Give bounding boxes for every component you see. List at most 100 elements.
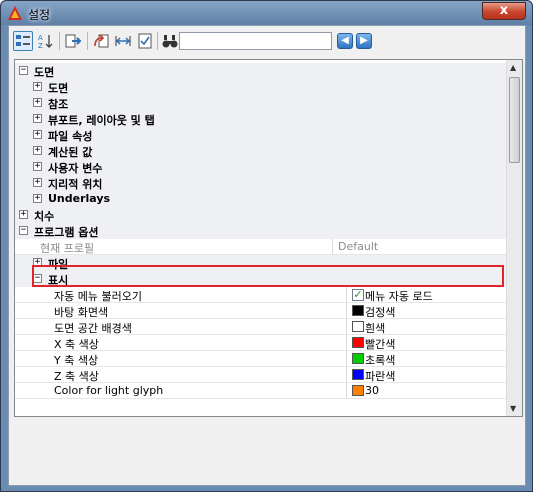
property-name: X 축 색상 xyxy=(54,338,99,351)
property-value: 검정색 xyxy=(365,306,396,319)
settings-panel: A Z ◀ ▶ − 도면 + 도면 + 참조 + 뷰포트, 레이아웃 및 탭 +… xyxy=(8,25,526,486)
find-next-button[interactable]: ▶ xyxy=(356,33,372,49)
property-value: Default xyxy=(338,240,379,253)
property-value-cell[interactable]: 초록색 xyxy=(346,351,506,367)
scroll-up-arrow-icon[interactable]: ▲ xyxy=(510,63,516,72)
property-value-cell[interactable]: 흰색 xyxy=(346,319,506,335)
scroll-down-arrow-icon[interactable]: ▼ xyxy=(510,404,516,413)
subcategory-label: 파일 속성 xyxy=(48,130,93,143)
property-row-auto-menu-load[interactable]: 자동 메뉴 불러오기 ✓ 메뉴 자동 로드 xyxy=(15,287,506,303)
sort-az-icon: A Z xyxy=(38,34,53,50)
category-label: 치수 xyxy=(34,210,55,223)
color-swatch xyxy=(352,353,364,364)
subcategory-user-variables[interactable]: + 사용자 변수 xyxy=(15,159,506,175)
property-value-cell[interactable]: 30 xyxy=(346,383,506,398)
property-value: 초록색 xyxy=(365,354,396,367)
expand-icon[interactable]: + xyxy=(33,98,42,107)
subcategory-label: 계산된 값 xyxy=(48,146,93,159)
collapse-icon[interactable]: − xyxy=(33,274,42,283)
property-name: Color for light glyph xyxy=(54,384,164,397)
description-pane xyxy=(14,422,523,482)
title-bar[interactable]: 설정 x xyxy=(1,1,532,25)
category-drawing[interactable]: − 도면 xyxy=(15,63,506,79)
collapse-icon[interactable]: − xyxy=(19,226,28,235)
svg-text:Z: Z xyxy=(38,42,43,50)
property-row-paperspace-color[interactable]: 도면 공간 배경색 흰색 xyxy=(15,319,506,335)
property-value-cell[interactable]: 파란색 xyxy=(346,367,506,383)
vertical-scrollbar[interactable]: ▲ ▼ xyxy=(506,60,522,416)
subcategory-underlays[interactable]: + Underlays xyxy=(15,191,506,207)
app-logo-icon xyxy=(8,6,22,20)
property-row-y-axis-color[interactable]: Y 축 색상 초록색 xyxy=(15,351,506,367)
expand-icon[interactable]: + xyxy=(33,194,42,203)
subcategory-file-properties[interactable]: + 파일 속성 xyxy=(15,127,506,143)
property-name: Z 축 색상 xyxy=(54,370,99,383)
property-value-cell: Default xyxy=(332,239,506,254)
show-checked-button[interactable] xyxy=(135,31,155,51)
subcategory-geolocation[interactable]: + 지리적 위치 xyxy=(15,175,506,191)
category-program-options[interactable]: − 프로그램 옵션 xyxy=(15,223,506,239)
export-button[interactable] xyxy=(63,31,83,51)
category-dimensions[interactable]: + 치수 xyxy=(15,207,506,223)
menu-autoload-checkbox[interactable]: ✓ xyxy=(352,289,364,301)
expand-icon[interactable]: + xyxy=(33,178,42,187)
category-label: 도면 xyxy=(34,66,55,79)
subcategory-references[interactable]: + 참조 xyxy=(15,95,506,111)
subcategory-label: 표시 xyxy=(48,274,69,287)
subcategory-drawing[interactable]: + 도면 xyxy=(15,79,506,95)
expand-icon[interactable]: + xyxy=(33,162,42,171)
expand-icon[interactable]: + xyxy=(33,82,42,91)
subcategory-label: 지리적 위치 xyxy=(48,178,103,191)
sort-alphabetical-button[interactable]: A Z xyxy=(35,31,55,51)
property-grid: − 도면 + 도면 + 참조 + 뷰포트, 레이아웃 및 탭 + 파일 속성 +… xyxy=(14,59,523,417)
close-button[interactable]: x xyxy=(482,2,526,20)
property-row-x-axis-color[interactable]: X 축 색상 빨간색 xyxy=(15,335,506,351)
subcategory-label: 참조 xyxy=(48,98,69,111)
tree-view-icon xyxy=(16,35,30,46)
color-swatch xyxy=(352,369,364,380)
find-button[interactable] xyxy=(160,31,180,51)
categorized-view-button[interactable] xyxy=(13,31,33,51)
search-input[interactable] xyxy=(179,32,332,50)
toolbar-separator xyxy=(157,32,158,50)
subcategory-computed-values[interactable]: + 계산된 값 xyxy=(15,143,506,159)
property-row-light-glyph-color[interactable]: Color for light glyph 30 xyxy=(15,383,506,399)
property-value: 빨간색 xyxy=(365,338,396,351)
column-width-button[interactable] xyxy=(113,31,133,51)
settings-window: 설정 x A Z ◀ ▶ − 도면 + 도면 + 참조 + 뷰포트, 레이아웃 … xyxy=(0,0,533,492)
subcategory-label: 도면 xyxy=(48,82,69,95)
subcategory-viewports[interactable]: + 뷰포트, 레이아웃 및 탭 xyxy=(15,111,506,127)
find-previous-button[interactable]: ◀ xyxy=(337,33,353,49)
subcategory-label: 뷰포트, 레이아웃 및 탭 xyxy=(48,114,155,127)
property-name: Y 축 색상 xyxy=(54,354,99,367)
import-button[interactable] xyxy=(91,31,111,51)
expand-icon[interactable]: + xyxy=(33,114,42,123)
property-value: 메뉴 자동 로드 xyxy=(365,290,433,303)
property-value: 파란색 xyxy=(365,370,396,383)
window-title: 설정 xyxy=(28,8,51,22)
expand-icon[interactable]: + xyxy=(33,258,42,267)
export-icon xyxy=(65,34,82,48)
color-swatch xyxy=(352,385,364,396)
property-rows: − 도면 + 도면 + 참조 + 뷰포트, 레이아웃 및 탭 + 파일 속성 +… xyxy=(15,60,506,416)
toolbar-separator xyxy=(59,32,60,50)
expand-icon[interactable]: + xyxy=(33,130,42,139)
property-value-cell[interactable]: 검정색 xyxy=(346,303,506,319)
property-name: 자동 메뉴 불러오기 xyxy=(54,290,142,303)
import-icon xyxy=(94,34,109,48)
property-value-cell: ✓ 메뉴 자동 로드 xyxy=(346,287,506,303)
expand-icon[interactable]: + xyxy=(19,210,28,219)
resize-columns-icon xyxy=(115,36,131,46)
scroll-thumb[interactable] xyxy=(509,77,520,163)
property-value-cell[interactable]: 빨간색 xyxy=(346,335,506,351)
subcategory-file[interactable]: + 파일 xyxy=(15,255,506,271)
property-name: 도면 공간 배경색 xyxy=(54,322,132,335)
expand-icon[interactable]: + xyxy=(33,146,42,155)
subcategory-display[interactable]: − 표시 xyxy=(15,271,506,287)
subcategory-label: 파일 xyxy=(48,258,69,271)
property-row-z-axis-color[interactable]: Z 축 색상 파란색 xyxy=(15,367,506,383)
property-row-background-color[interactable]: 바탕 화면색 검정색 xyxy=(15,303,506,319)
checklist-icon xyxy=(138,33,152,49)
collapse-icon[interactable]: − xyxy=(19,66,28,75)
property-row-current-profile[interactable]: 현재 프로필 Default xyxy=(15,239,506,255)
